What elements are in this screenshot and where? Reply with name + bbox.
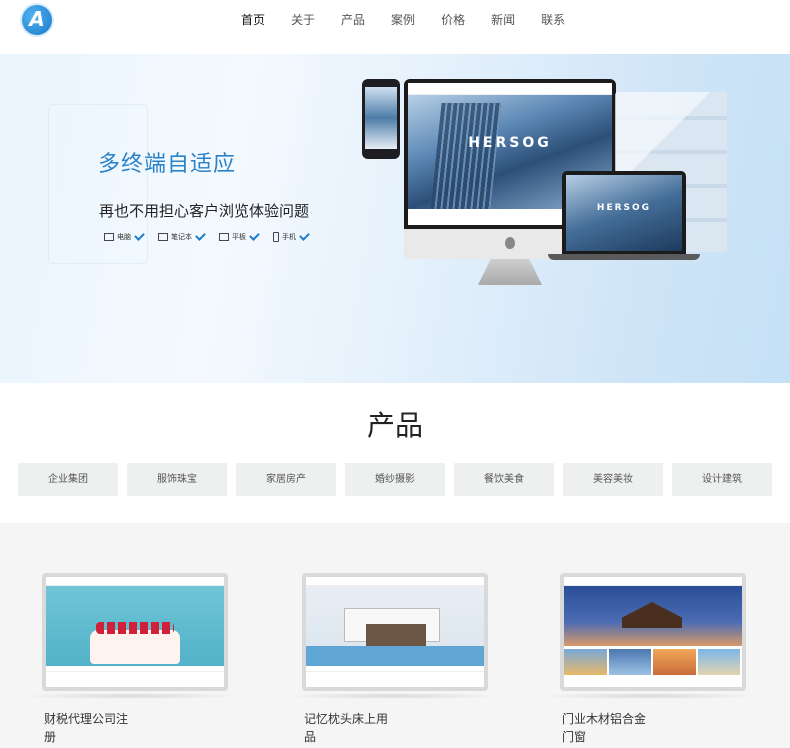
nav-item-contact[interactable]: 联系	[541, 10, 565, 30]
check-icon	[299, 230, 310, 241]
phone-mockup	[362, 79, 400, 159]
category-tabs: 企业集团 服饰珠宝 家居房产 婚纱摄影 餐饮美食 美容美妆 设计建筑	[18, 463, 781, 496]
check-icon	[195, 230, 206, 241]
nav-item-cases[interactable]: 案例	[391, 10, 415, 30]
product-card-label[interactable]: 财税代理公司注册	[44, 710, 134, 746]
category-tab[interactable]: 企业集团	[18, 463, 118, 496]
device-label: 平板	[232, 233, 246, 241]
phone-icon	[273, 232, 279, 242]
product-showcase: 财税代理公司注册 记忆枕头床上用品 门业木材铝合金门窗	[0, 523, 790, 748]
mockup-brand: HERSOG	[468, 135, 552, 151]
category-tab[interactable]: 设计建筑	[672, 463, 772, 496]
device-label: 笔记本	[171, 233, 192, 241]
category-tab[interactable]: 美容美妆	[563, 463, 663, 496]
products-title: 产品	[366, 409, 423, 442]
category-tab[interactable]: 餐饮美食	[454, 463, 554, 496]
device-tablet: 平板	[219, 230, 260, 242]
monitor-icon	[104, 233, 114, 241]
nav-item-home[interactable]: 首页	[241, 10, 265, 30]
check-icon	[249, 230, 260, 241]
nav-item-products[interactable]: 产品	[341, 10, 365, 30]
main-nav: 首页 关于 产品 案例 价格 新闻 联系	[241, 10, 591, 30]
device-list: 电脑 笔记本 平板 手机	[104, 230, 323, 242]
product-thumbnail[interactable]	[560, 573, 746, 691]
mockup-brand-laptop: HERSOG	[596, 203, 652, 213]
product-card-label[interactable]: 门业木材铝合金门窗	[562, 710, 652, 746]
nav-item-news[interactable]: 新闻	[491, 10, 515, 30]
logo-icon[interactable]: A	[22, 5, 52, 35]
product-thumbnail[interactable]	[302, 573, 488, 691]
category-tab[interactable]: 服饰珠宝	[127, 463, 227, 496]
device-monitor: 电脑	[104, 230, 145, 242]
laptop-base	[548, 254, 700, 260]
tablet-icon	[219, 233, 229, 241]
laptop-mockup: HERSOG	[562, 171, 686, 255]
device-label: 手机	[282, 233, 296, 241]
device-label: 电脑	[117, 233, 131, 241]
nav-item-pricing[interactable]: 价格	[441, 10, 465, 30]
device-phone: 手机	[273, 230, 310, 242]
site-header: A 首页 关于 产品 案例 价格 新闻 联系	[0, 0, 790, 54]
device-laptop: 笔记本	[158, 230, 206, 242]
banner-subtitle: 再也不用担心客户浏览体验问题	[99, 202, 310, 220]
banner-title: 多终端自适应	[98, 152, 237, 177]
product-thumbnail[interactable]	[42, 573, 228, 691]
category-tab[interactable]: 家居房产	[236, 463, 336, 496]
apple-logo-icon	[505, 237, 515, 249]
laptop-icon	[158, 233, 168, 241]
logo-letter: A	[29, 7, 45, 31]
category-tab[interactable]: 婚纱摄影	[345, 463, 445, 496]
nav-item-about[interactable]: 关于	[291, 10, 315, 30]
product-card-label[interactable]: 记忆枕头床上用品	[304, 710, 394, 746]
check-icon	[134, 230, 145, 241]
